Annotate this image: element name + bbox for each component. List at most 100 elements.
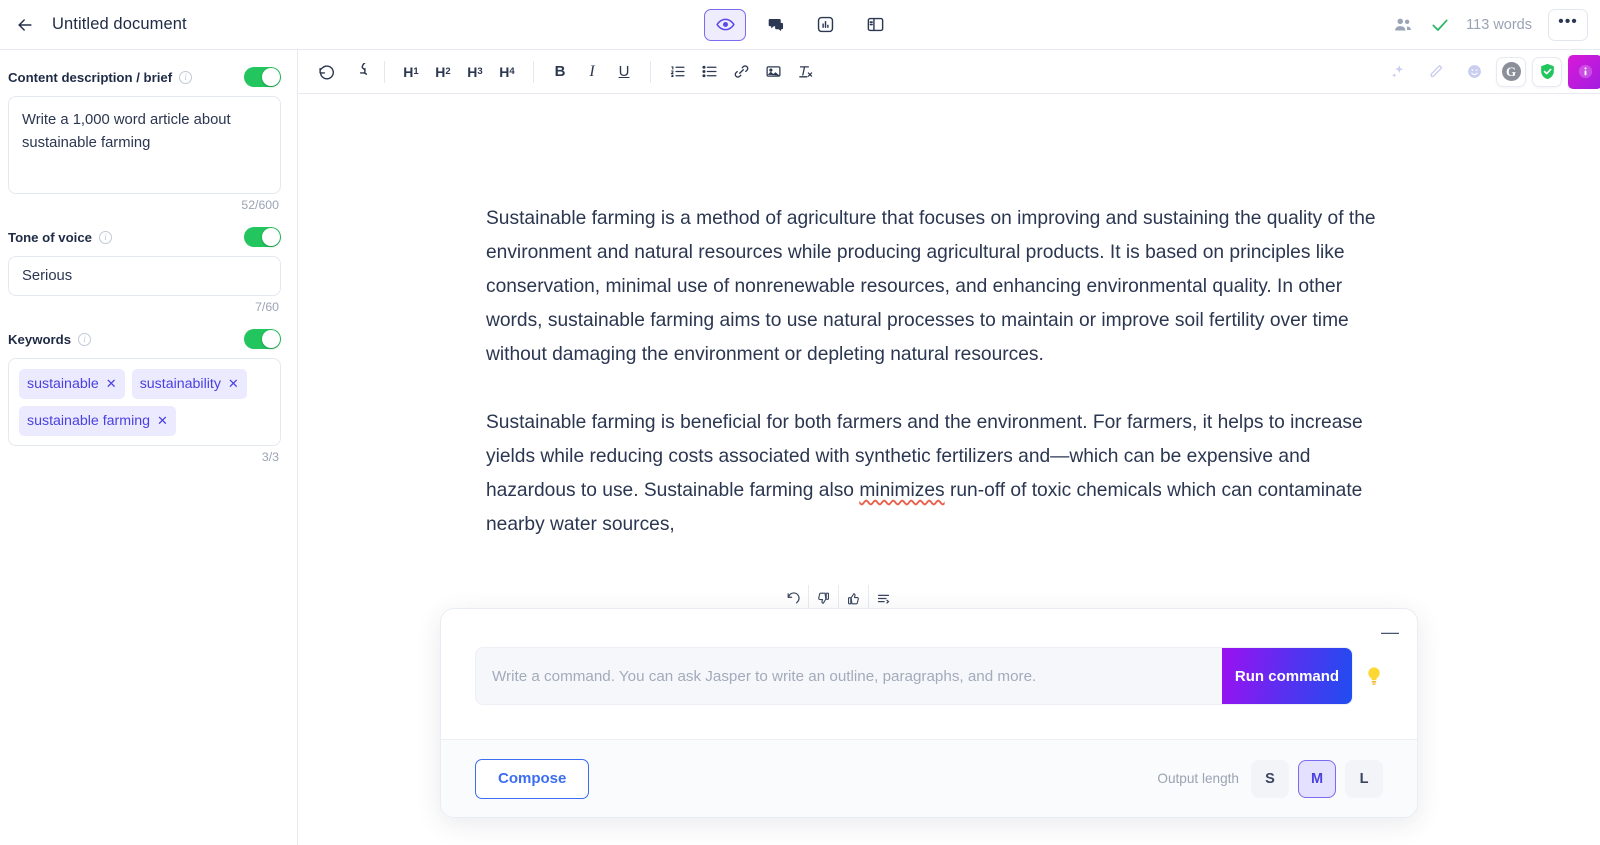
link-button[interactable] [725, 57, 757, 87]
keyword-chip-label: sustainable farming [27, 413, 151, 429]
command-input-wrapper[interactable]: Run command [475, 647, 1353, 705]
brief-input[interactable]: Write a 1,000 word article about sustain… [8, 96, 281, 194]
info-icon[interactable]: i [179, 70, 193, 84]
tone-counter: 7/60 [255, 300, 279, 314]
lightbulb-icon [1368, 667, 1380, 685]
keywords-counter: 3/3 [261, 450, 279, 464]
output-length-l[interactable]: L [1345, 759, 1383, 798]
sparkle-icon [1391, 65, 1403, 78]
keyword-chip-label: sustainable [27, 376, 99, 392]
sparkle-button[interactable] [1382, 57, 1414, 87]
thumbs-up-icon [847, 592, 859, 604]
back-button[interactable] [8, 8, 42, 42]
arrow-left-icon [18, 18, 32, 31]
ordered-list-button[interactable] [661, 57, 693, 87]
heading-1-button[interactable]: H1 [395, 57, 427, 87]
heading-3-button[interactable]: H3 [459, 57, 491, 87]
view-mode-layout[interactable] [854, 8, 896, 41]
output-length-s[interactable]: S [1251, 759, 1289, 798]
close-icon[interactable]: ✕ [157, 411, 168, 431]
misspelled-word[interactable]: minimizes [859, 480, 944, 501]
top-bar: Untitled document 113 words ••• [0, 0, 1600, 50]
grammarly-button[interactable]: G [1496, 56, 1526, 87]
heading-4-button[interactable]: H4 [491, 57, 523, 87]
keyword-chip[interactable]: sustainable ✕ [19, 369, 125, 399]
info-icon[interactable]: i [78, 332, 92, 346]
tone-input[interactable]: Serious [8, 256, 281, 296]
command-input[interactable] [476, 648, 1222, 704]
page-title[interactable]: Untitled document [52, 15, 187, 34]
info-badge-button[interactable] [1568, 54, 1600, 89]
saved-status-icon [1430, 15, 1450, 35]
emoji-button[interactable] [1458, 57, 1490, 87]
thumbs-down-icon [818, 592, 829, 604]
run-command-button[interactable]: Run command [1222, 648, 1352, 704]
keywords-toggle[interactable] [244, 329, 281, 349]
link-icon [734, 65, 748, 78]
keywords-input[interactable]: sustainable ✕ sustainability ✕ sustainab… [8, 358, 281, 446]
command-panel: — Run command Compose Output length S M … [440, 608, 1418, 818]
tone-field-header: Tone of voice i [8, 226, 281, 248]
underline-button[interactable]: U [608, 57, 640, 87]
bullet-list-button[interactable] [693, 57, 725, 87]
toolbar-divider [533, 60, 534, 83]
view-mode-preview[interactable] [704, 8, 746, 41]
chat-bubble-icon [768, 18, 783, 32]
italic-button[interactable]: I [576, 57, 608, 87]
regenerate-icon [787, 591, 800, 603]
brief-field-header: Content description / brief i [8, 66, 281, 88]
view-mode-analytics[interactable] [804, 8, 846, 41]
redo-button[interactable] [342, 57, 374, 87]
compose-button[interactable]: Compose [475, 758, 590, 799]
minimize-button[interactable]: — [1377, 619, 1403, 645]
close-icon[interactable]: ✕ [228, 374, 239, 394]
shield-check-icon [1540, 63, 1554, 80]
output-length-m[interactable]: M [1298, 759, 1336, 798]
options-list-icon [877, 594, 890, 604]
toolbar-divider [384, 60, 385, 83]
paragraph-text: Sustainable farming is a method of agric… [486, 208, 1376, 365]
keyword-chip-list: sustainable ✕ sustainability ✕ sustainab… [19, 369, 270, 436]
view-mode-comments[interactable] [754, 8, 796, 41]
command-panel-top: — Run command [441, 609, 1417, 741]
image-button[interactable] [757, 57, 789, 87]
top-bar-right: 113 words ••• [1392, 8, 1588, 41]
pencil-icon [1429, 65, 1442, 78]
check-icon [1432, 19, 1448, 31]
bullet-list-icon [701, 65, 717, 78]
chart-icon [817, 16, 833, 33]
tone-label: Tone of voice [8, 229, 93, 245]
clear-format-button[interactable] [789, 57, 821, 87]
output-length-group: Output length S M L [1157, 759, 1383, 798]
close-icon[interactable]: ✕ [106, 374, 117, 394]
command-row: Run command [441, 647, 1417, 705]
ordered-list-icon [669, 66, 685, 78]
command-panel-footer: Compose Output length S M L [441, 739, 1417, 817]
bold-button[interactable]: B [544, 57, 576, 87]
heading-2-button[interactable]: H2 [427, 57, 459, 87]
more-options-button[interactable]: ••• [1548, 8, 1588, 41]
share-people-button[interactable] [1392, 14, 1414, 36]
info-icon[interactable]: i [99, 230, 113, 244]
tips-button[interactable] [1353, 647, 1395, 705]
info-badge-icon [1578, 64, 1592, 79]
undo-icon [318, 65, 334, 80]
keyword-chip[interactable]: sustainable farming ✕ [19, 406, 176, 436]
brief-label: Content description / brief [8, 69, 173, 85]
document-paragraph[interactable]: Sustainable farming is beneficial for bo… [486, 406, 1376, 542]
undo-button[interactable] [310, 57, 342, 87]
panel-icon [867, 17, 883, 32]
people-icon [1395, 18, 1412, 30]
sidebar: Content description / brief i Write a 1,… [0, 50, 298, 845]
brief-toggle[interactable] [244, 67, 281, 87]
document-page[interactable]: Sustainable farming is a method of agric… [298, 94, 1398, 542]
clear-format-icon [798, 66, 812, 78]
tone-toggle[interactable] [244, 227, 281, 247]
document-paragraph[interactable]: Sustainable farming is a method of agric… [486, 202, 1376, 372]
shield-button[interactable] [1532, 56, 1562, 87]
toolbar-right-group: G [1382, 54, 1600, 89]
brief-counter: 52/600 [241, 198, 279, 212]
eye-icon [715, 18, 735, 31]
pencil-button[interactable] [1420, 57, 1452, 87]
keyword-chip[interactable]: sustainability ✕ [131, 369, 247, 399]
